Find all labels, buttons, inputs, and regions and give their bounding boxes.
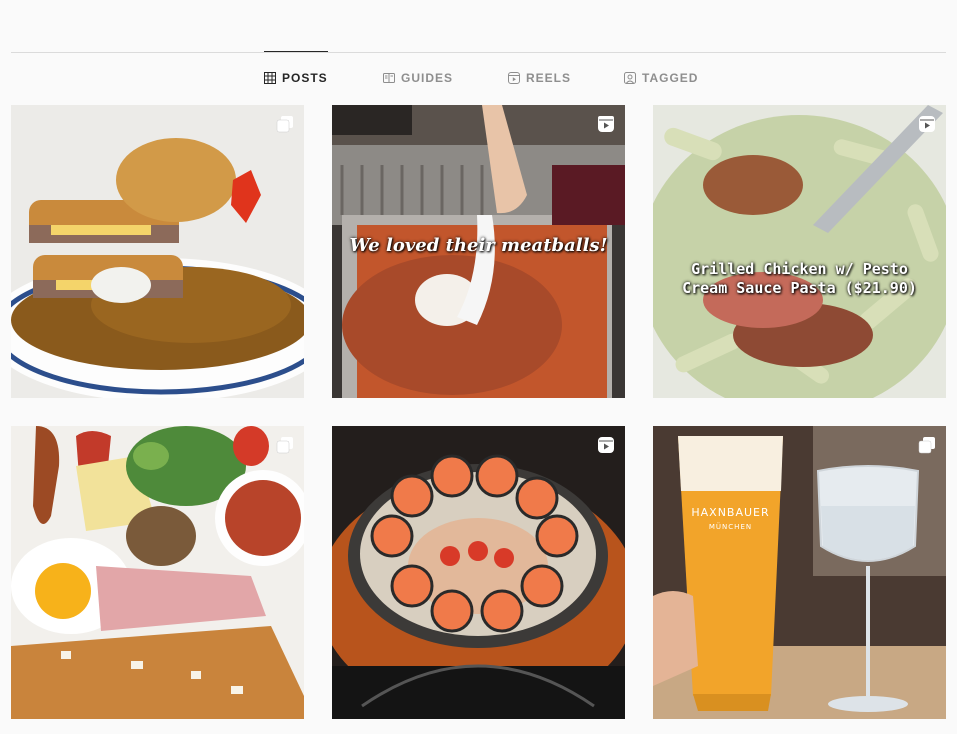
post-caption-line-1: Grilled Chicken w/ Pesto xyxy=(691,260,908,278)
salmon-sushi-photo xyxy=(332,426,625,719)
post-tile[interactable] xyxy=(11,105,304,398)
tab-reels-label: REELS xyxy=(526,71,572,85)
glass-city-text: MÜNCHEN xyxy=(708,523,753,531)
reel-icon xyxy=(598,437,614,453)
tagged-icon xyxy=(624,72,636,84)
carousel-icon xyxy=(276,437,293,454)
profile-tabs: POSTS GUIDES REELS TAGGED xyxy=(0,51,957,104)
tab-tagged[interactable]: TAGGED xyxy=(624,52,698,104)
grid-icon xyxy=(264,72,276,84)
reel-icon xyxy=(919,116,935,132)
tab-guides-label: GUIDES xyxy=(401,71,454,85)
pesto-pasta-photo xyxy=(653,105,946,398)
tab-tagged-label: TAGGED xyxy=(642,71,699,85)
guides-icon xyxy=(383,73,395,83)
tab-posts-label: POSTS xyxy=(282,71,328,85)
post-tile[interactable] xyxy=(332,426,625,719)
post-caption-line-2: Cream Sauce Pasta ($21.90) xyxy=(682,279,917,297)
breakfast-platter-photo xyxy=(11,426,304,719)
reels-icon xyxy=(508,72,520,84)
carousel-icon xyxy=(918,437,935,454)
katsu-curry-photo xyxy=(11,105,304,398)
post-tile[interactable]: Grilled Chicken w/ Pesto Cream Sauce Pas… xyxy=(653,105,946,398)
post-tile[interactable]: We loved their meatballs! xyxy=(332,105,625,398)
tab-posts[interactable]: POSTS xyxy=(264,51,328,104)
tab-guides[interactable]: GUIDES xyxy=(383,52,453,104)
glass-brand-text: HAXNBAUER xyxy=(691,506,770,519)
beer-photo xyxy=(653,426,946,719)
post-caption: We loved their meatballs! xyxy=(349,235,608,256)
reel-icon xyxy=(598,116,614,132)
tab-reels[interactable]: REELS xyxy=(508,52,571,104)
post-tile[interactable] xyxy=(11,426,304,719)
carousel-icon xyxy=(276,116,293,133)
post-tile[interactable]: HAXNBAUER MÜNCHEN xyxy=(653,426,946,719)
